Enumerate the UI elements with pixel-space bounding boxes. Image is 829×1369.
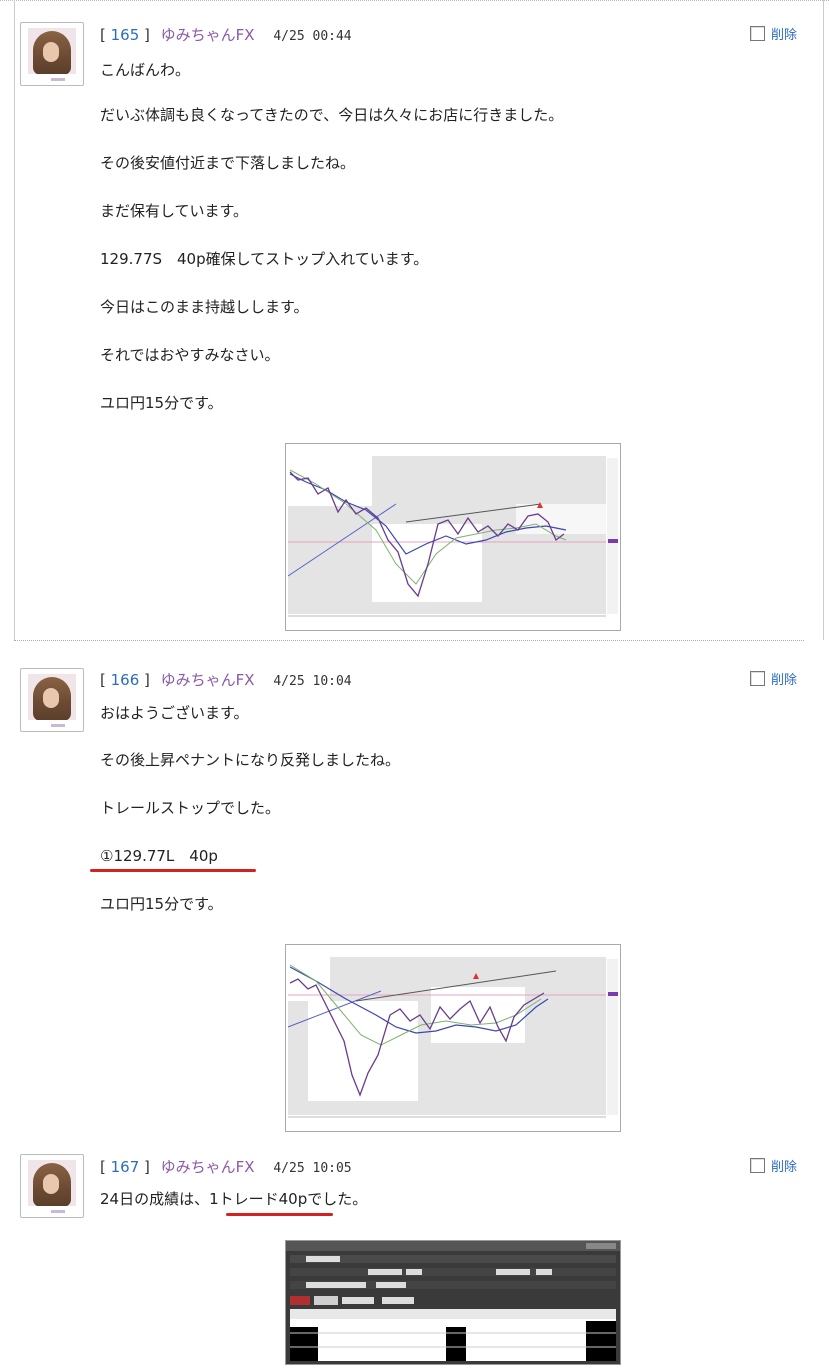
post-number-link[interactable]: 165 [111,26,140,44]
post-text-line: こんばんわ。 [100,61,191,79]
post-divider [14,640,804,641]
chart-image [286,444,620,630]
post-text-line: 129.77S 40p確保してストップ入れています。 [100,250,429,268]
delete-label[interactable]: 削除 [771,1156,797,1175]
chart-screenshot[interactable] [285,443,621,631]
avatar[interactable] [20,668,84,732]
delete-label[interactable]: 削除 [771,24,797,43]
author-name[interactable]: ゆみちゃんFX [161,671,255,689]
author-name[interactable]: ゆみちゃんFX [161,1158,255,1176]
red-underline [226,1213,333,1216]
red-underline [90,869,256,872]
post-date: 4/25 00:44 [273,29,352,44]
delete-checkbox[interactable] [750,671,765,686]
post-date: 4/25 10:04 [273,674,352,689]
post-text-line: ユロ円15分です。 [100,895,223,913]
delete-checkbox[interactable] [750,26,765,41]
post-meta: [ 167 ] ゆみちゃんFX 4/25 10:05 [100,1158,352,1176]
post-text-line: 24日の成績は、1トレード40pでした。 [100,1190,368,1208]
left-border [14,0,15,640]
delete-control[interactable]: 削除 [750,24,797,43]
post-text-line: トレールストップでした。 [100,799,281,817]
post-text-line: まだ保有しています。 [100,202,249,220]
post-text-line: 今日はこのまま持越しします。 [100,298,309,316]
post-meta: [ 166 ] ゆみちゃんFX 4/25 10:04 [100,671,352,689]
top-divider [0,0,829,5]
chart-image [286,945,620,1131]
trade-history-image [286,1241,620,1364]
post-date: 4/25 10:05 [273,1161,352,1176]
delete-control[interactable]: 削除 [750,669,797,688]
post-number-link[interactable]: 166 [111,671,140,689]
avatar[interactable] [20,1154,84,1218]
trade-history-screenshot[interactable] [285,1240,621,1365]
author-name[interactable]: ゆみちゃんFX [161,26,255,44]
post-text-line: ユロ円15分です。 [100,394,223,412]
post-text-line: その後安値付近まで下落しましたね。 [100,154,356,172]
chart-screenshot[interactable] [285,944,621,1132]
delete-label[interactable]: 削除 [771,669,797,688]
post-meta: [ 165 ] ゆみちゃんFX 4/25 00:44 [100,26,352,44]
post-text-line: その後上昇ペナントになり反発しましたね。 [100,751,401,769]
avatar[interactable] [20,22,84,86]
delete-checkbox[interactable] [750,1158,765,1173]
post-text-line: だいぶ体調も良くなってきたので、今日は久々にお店に行きました。 [100,106,564,124]
post-text-line: ①129.77L 40p [100,847,218,865]
right-border [823,0,824,640]
post-number-link[interactable]: 167 [111,1158,140,1176]
post-text-line: それではおやすみなさい。 [100,346,280,364]
post-text-line: おはようございます。 [100,704,249,722]
delete-control[interactable]: 削除 [750,1156,797,1175]
